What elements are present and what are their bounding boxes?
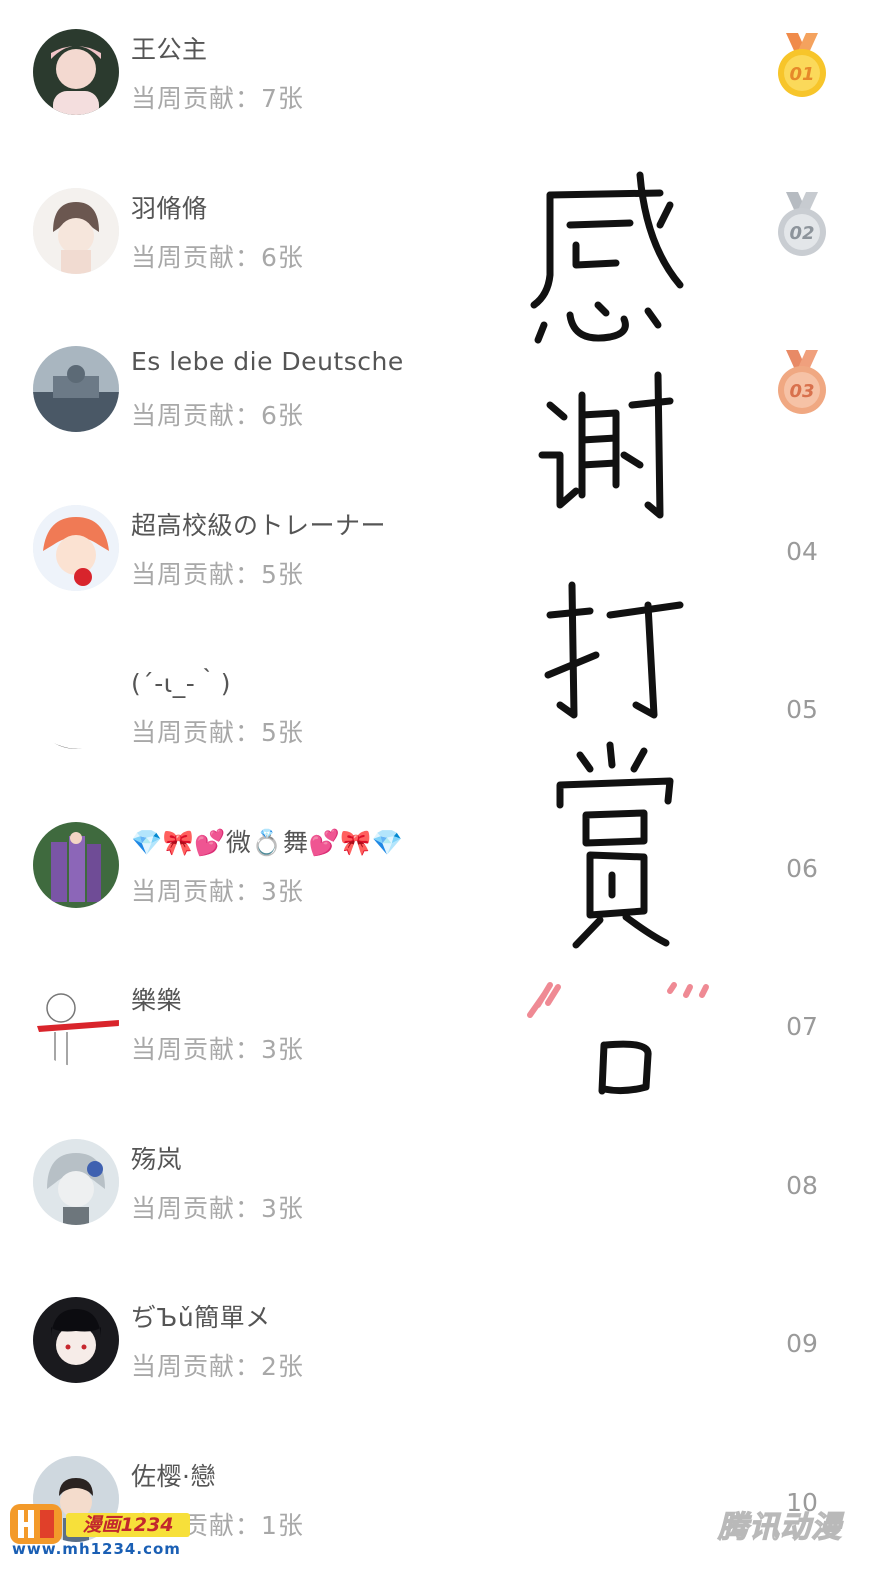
bronze-medal-icon: 03 <box>776 350 828 416</box>
rank-number: 04 <box>786 537 818 566</box>
user-name: 羽脩脩 <box>131 194 208 223</box>
weekly-contribution: 当周贡献：6张 <box>131 243 304 272</box>
avatar[interactable] <box>33 1297 119 1383</box>
weekly-contribution: 当周贡献：3张 <box>131 877 304 906</box>
avatar[interactable] <box>33 188 119 274</box>
avatar[interactable] <box>33 1139 119 1225</box>
tencent-comic-watermark: 腾讯动漫 <box>717 1509 842 1545</box>
silver-medal-icon: 02 <box>776 192 828 258</box>
ranking-row[interactable]: 王公主 当周贡献：7张 01 <box>0 0 880 158</box>
avatar[interactable] <box>33 822 119 908</box>
weekly-contribution: 当周贡献：3张 <box>131 1194 304 1223</box>
user-name: 樂樂 <box>131 986 183 1015</box>
user-name: (´-ι_-｀) <box>131 669 232 698</box>
rank-number: 07 <box>786 1012 818 1041</box>
user-name: 佐樱·戀 <box>131 1462 216 1491</box>
gold-medal-icon: 01 <box>776 33 828 99</box>
weekly-contribution: 当周贡献：5张 <box>131 718 304 747</box>
medal-rank-text: 02 <box>789 223 814 244</box>
rank-number: 06 <box>786 854 818 883</box>
ranking-row[interactable]: (´-ι_-｀) 当周贡献：5张 05 <box>0 634 880 792</box>
user-name: Es lebe die Deutsche <box>131 347 404 376</box>
rank-number: 05 <box>786 695 818 724</box>
user-name: 殇岚 <box>131 1145 183 1174</box>
weekly-contribution: 当周贡献：7张 <box>131 84 304 113</box>
avatar[interactable] <box>33 505 119 591</box>
user-name: 超高校級のトレーナー <box>131 511 387 540</box>
ranking-row[interactable]: 超高校級のトレーナー 当周贡献：5张 04 <box>0 476 880 634</box>
weekly-contribution: 当周贡献：3张 <box>131 1035 304 1064</box>
ranking-row[interactable]: 樂樂 当周贡献：3张 07 <box>0 951 880 1109</box>
watermark-badge: 漫画1234 <box>66 1513 190 1537</box>
user-name: 💎🎀💕微💍舞💕🎀💎 <box>131 828 404 857</box>
rank-number: 08 <box>786 1171 818 1200</box>
watermark-url: www.mh1234.com <box>12 1540 181 1558</box>
avatar[interactable] <box>33 29 119 115</box>
weekly-contribution: 当周贡献：2张 <box>131 1352 304 1381</box>
weekly-contribution: 当周贡献：6张 <box>131 401 304 430</box>
rank-number: 09 <box>786 1329 818 1358</box>
avatar[interactable] <box>33 346 119 432</box>
handwritten-thanks-icon <box>527 171 709 1095</box>
ranking-row[interactable]: 殇岚 当周贡献：3张 08 <box>0 1110 880 1268</box>
ranking-row[interactable]: Es lebe die Deutsche 当周贡献：6张 03 <box>0 317 880 475</box>
ranking-row[interactable]: ぢЪǔ簡單メ 当周贡献：2张 09 <box>0 1268 880 1426</box>
weekly-contribution: 当周贡献：5张 <box>131 560 304 589</box>
ranking-row[interactable]: 羽脩脩 当周贡献：6张 02 <box>0 159 880 317</box>
medal-rank-text: 03 <box>789 381 814 402</box>
user-name: 王公主 <box>131 35 208 64</box>
ranking-row[interactable]: 💎🎀💕微💍舞💕🎀💎 当周贡献：3张 06 <box>0 793 880 951</box>
thanks-handwriting-overlay <box>520 165 730 1105</box>
avatar[interactable] <box>33 663 119 749</box>
medal-rank-text: 01 <box>789 64 814 85</box>
avatar[interactable] <box>33 980 119 1066</box>
user-name: ぢЪǔ簡單メ <box>131 1303 271 1332</box>
